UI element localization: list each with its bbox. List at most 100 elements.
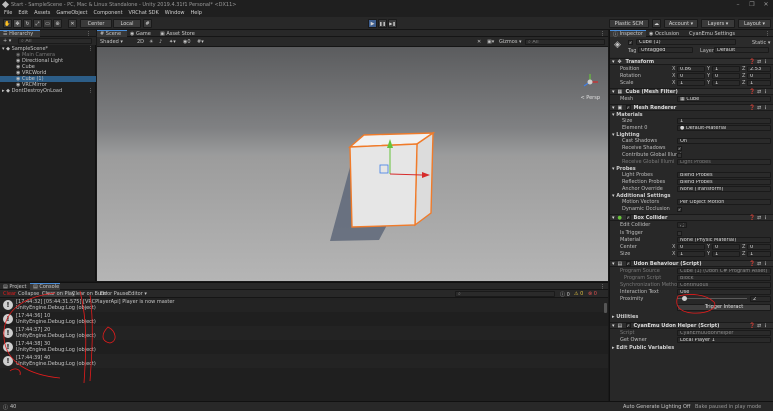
receive-gi-dropdown[interactable]: Light Probes (677, 159, 771, 165)
layout-dropdown[interactable]: Layout ▾ (738, 19, 771, 28)
mesh-renderer-enabled-checkbox[interactable]: ✓ (625, 105, 631, 110)
minimize-button[interactable]: – (731, 0, 745, 9)
camera-icon[interactable]: ▣▾ (487, 39, 494, 45)
light-probes-dropdown[interactable]: Blend Probes (677, 172, 771, 178)
box-collider-header[interactable]: ▾ ● ✓ Box Collider ❓ ⇄ ⋮ (610, 214, 773, 221)
center-z-field[interactable]: 0 (747, 244, 771, 250)
size-field[interactable]: 1 (677, 118, 771, 124)
cast-shadows-dropdown[interactable]: On (677, 138, 771, 144)
menu-vrchat-sdk[interactable]: VRChat SDK (129, 10, 159, 16)
menu-file[interactable]: File (4, 10, 12, 16)
position-z-field[interactable]: 2.53 (747, 66, 771, 72)
mesh-field[interactable]: ▦ Cube (677, 96, 771, 102)
menu-window[interactable]: Window (165, 10, 185, 16)
rotation-y-field[interactable]: 0 (712, 73, 740, 79)
gizmos-dropdown[interactable]: Gizmos ▾ (499, 39, 522, 45)
shading-dropdown[interactable]: Shaded ▾ (100, 39, 123, 45)
active-checkbox[interactable]: ✓ (628, 40, 633, 45)
tab-asset-store[interactable]: ▣ Asset Store (157, 30, 201, 37)
edit-collider-button[interactable]: ⛶ (677, 222, 687, 228)
effects-toggle-icon[interactable]: ✦▾ (169, 39, 176, 45)
object-name-field[interactable]: Cube (1) (636, 39, 736, 45)
scale-tool-icon[interactable]: ⤢ (33, 19, 42, 28)
custom-tool-icon[interactable]: ✕ (68, 19, 77, 28)
tab-game[interactable]: ◉ Game (127, 30, 157, 37)
cyan-script-field[interactable]: CyanEmuUdonHelper (677, 330, 771, 336)
mesh-filter-header[interactable]: ▾ ▦ Cube (Mesh Filter) ❓ ⇄ ⋮ (610, 88, 773, 95)
position-y-field[interactable]: 1 (712, 66, 740, 72)
menu-component[interactable]: Component (94, 10, 123, 16)
contribute-gi-checkbox[interactable] (677, 152, 682, 158)
sync-method-dropdown[interactable]: Continuous (677, 282, 771, 288)
motion-vectors-dropdown[interactable]: Per Object Motion (677, 199, 771, 205)
scale-z-field[interactable]: 1 (747, 80, 771, 86)
persp-label[interactable]: < Persp (580, 95, 600, 101)
add-object-button[interactable]: + ▾ (3, 38, 11, 44)
cyanemu-helper-header[interactable]: ▾ ▤ ✓ CyanEmu Udon Helper (Script) ❓ ⇄ ⋮ (610, 322, 773, 329)
hand-tool-icon[interactable]: ✋ (3, 19, 12, 28)
component-menu-icon[interactable]: ❓ ⇄ ⋮ (749, 323, 768, 329)
play-button[interactable]: ▶ (368, 19, 377, 28)
dynamic-occlusion-checkbox[interactable]: ✓ (677, 206, 682, 212)
program-script-field[interactable]: Block (677, 275, 771, 281)
lighting-toggle-icon[interactable]: ☀ (149, 39, 153, 45)
space-toggle[interactable]: Local (113, 19, 141, 28)
component-menu-icon[interactable]: ❓ ⇄ ⋮ (749, 89, 768, 95)
collider-size-y-field[interactable]: 1 (712, 251, 740, 257)
is-trigger-checkbox[interactable] (677, 230, 682, 236)
center-y-field[interactable]: 0 (712, 244, 740, 250)
reflection-probes-dropdown[interactable]: Blend Probes (677, 179, 771, 185)
scene-viewport[interactable]: < Persp (97, 47, 608, 281)
utilities-section[interactable]: ▸ Utilities (612, 314, 638, 320)
transform-tool-icon[interactable]: ⊕ (53, 19, 62, 28)
rotation-x-field[interactable]: 0 (677, 73, 705, 79)
cyanemu-enabled-checkbox[interactable]: ✓ (625, 323, 631, 328)
step-button[interactable]: ▶❚ (388, 19, 397, 28)
account-dropdown[interactable]: Account ▾ (664, 19, 698, 28)
component-menu-icon[interactable]: ❓ ⇄ ⋮ (749, 105, 768, 111)
hidden-objects-icon[interactable]: ◉0 (183, 39, 191, 45)
anchor-override-field[interactable]: None (Transform) (677, 186, 771, 192)
rotate-tool-icon[interactable]: ↻ (23, 19, 32, 28)
maximize-button[interactable]: ❐ (745, 0, 759, 9)
menu-gameobject[interactable]: GameObject (56, 10, 87, 16)
scale-x-field[interactable]: 1 (677, 80, 705, 86)
layer-dropdown[interactable]: Default (714, 47, 769, 53)
udon-behaviour-header[interactable]: ▾ ▤ ✓ Udon Behaviour (Script) ❓ ⇄ ⋮ (610, 260, 773, 267)
collider-size-x-field[interactable]: 1 (677, 251, 705, 257)
menu-edit[interactable]: Edit (18, 10, 28, 16)
tab-scene[interactable]: # Scene (97, 30, 127, 37)
tag-dropdown[interactable]: Untagged (638, 47, 693, 53)
grid-toggle-icon[interactable]: #▾ (197, 39, 204, 45)
position-x-field[interactable]: 0.86 (677, 66, 705, 72)
audio-toggle-icon[interactable]: ♪ (159, 39, 162, 45)
component-menu-icon[interactable]: ❓ ⇄ ⋮ (749, 261, 768, 267)
mode-2d-toggle[interactable]: 2D (137, 39, 144, 45)
transform-header[interactable]: ▾ ✥ Transform ❓ ⇄ ⋮ (610, 58, 773, 65)
menu-help[interactable]: Help (191, 10, 202, 16)
component-menu-icon[interactable]: ❓ ⇄ ⋮ (749, 59, 768, 65)
collider-size-z-field[interactable]: 1 (747, 251, 771, 257)
hierarchy-item-selected[interactable]: ◉ Cube (1) (0, 76, 96, 82)
tab-cyanemu-settings[interactable]: CyanEmu Settings (686, 30, 750, 37)
scene-search-input[interactable]: ⌕ All (525, 39, 605, 45)
center-x-field[interactable]: 0 (677, 244, 705, 250)
close-button[interactable]: ✕ (759, 0, 773, 9)
move-tool-icon[interactable]: ✥ (13, 19, 22, 28)
status-message[interactable]: 40 (10, 404, 16, 410)
dontdestroy-scene-row[interactable]: ▸ ◆ DontDestroyOnLoad ⋮ (0, 88, 96, 94)
proximity-field[interactable]: 2 (750, 296, 771, 302)
cloud-icon[interactable]: ☁ (652, 19, 661, 28)
physic-material-field[interactable]: None (Physic Material) (677, 237, 771, 243)
udon-enabled-checkbox[interactable]: ✓ (625, 261, 631, 266)
component-menu-icon[interactable]: ❓ ⇄ ⋮ (749, 215, 768, 221)
pause-button[interactable]: ❚❚ (378, 19, 387, 28)
pivot-toggle[interactable]: Center (80, 19, 112, 28)
mesh-renderer-header[interactable]: ▾ ▣ ✓ Mesh Renderer ❓ ⇄ ⋮ (610, 104, 773, 111)
layers-dropdown[interactable]: Layers ▾ (701, 19, 735, 28)
get-owner-dropdown[interactable]: Local Player 1 (677, 337, 771, 343)
tools-icon[interactable]: ✕ (477, 39, 481, 45)
static-dropdown[interactable]: Static ▾ (752, 40, 770, 46)
menu-assets[interactable]: Assets (34, 10, 50, 16)
element0-field[interactable]: ● Default-Material (677, 125, 771, 131)
